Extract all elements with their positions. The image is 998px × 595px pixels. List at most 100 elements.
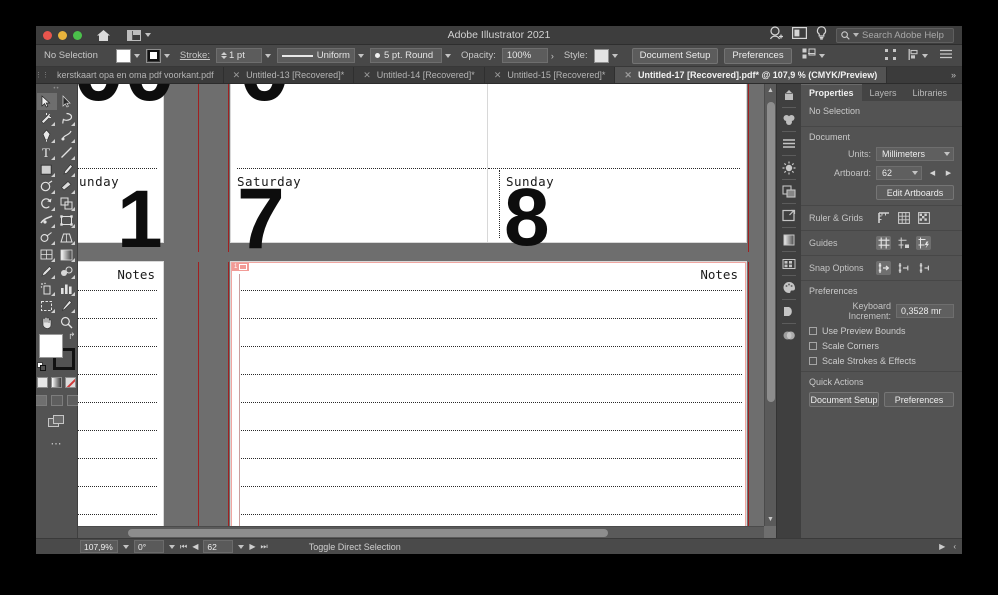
symbol-sprayer-tool[interactable] — [37, 280, 57, 297]
canvas-area[interactable]: 00 Sunday 1 0 Saturday 7 Sunday — [78, 84, 776, 538]
artboard-notes-left[interactable]: Notes — [78, 262, 163, 526]
distribute-icon[interactable] — [908, 48, 919, 63]
type-tool[interactable]: T — [37, 144, 57, 161]
fill-and-stroke-controls[interactable]: ↱ — [36, 331, 76, 371]
color-panel-icon[interactable] — [780, 88, 798, 103]
preferences-button[interactable]: Preferences — [724, 47, 792, 64]
next-artboard-icon[interactable]: ▶ — [943, 167, 954, 180]
stroke-swatch[interactable] — [145, 48, 161, 63]
paint-mode-buttons[interactable] — [37, 377, 76, 388]
stroke-weight-input[interactable]: 1 pt — [215, 48, 262, 63]
close-tab-icon[interactable]: ✕ — [363, 70, 371, 81]
tab-properties[interactable]: Properties — [801, 84, 862, 101]
default-fill-stroke-icon[interactable] — [36, 362, 46, 371]
brush-chevron-down-icon[interactable] — [444, 53, 451, 58]
show-transparency-grid-icon[interactable] — [916, 211, 931, 225]
zoom-tool[interactable] — [57, 314, 77, 331]
gradient-tool[interactable] — [57, 246, 77, 263]
snap-to-grid-icon[interactable] — [896, 261, 911, 275]
gradient-panel-icon[interactable] — [780, 232, 798, 247]
artboard-tool[interactable] — [37, 297, 57, 314]
collapse-icon[interactable]: ‹ — [953, 542, 956, 551]
tab-overflow-button[interactable]: » — [945, 67, 962, 83]
last-artboard-icon[interactable]: ⏭ — [261, 542, 268, 552]
shape-builder-tool[interactable] — [37, 229, 57, 246]
quick-document-setup-button[interactable]: Document Setup — [809, 392, 879, 407]
document-tab-1[interactable]: ✕ Untitled-13 [Recovered]* — [224, 67, 355, 83]
home-icon[interactable] — [95, 27, 111, 43]
play-icon[interactable]: ▶ — [939, 542, 945, 551]
close-tab-icon[interactable]: ✕ — [624, 70, 632, 81]
shaper-tool[interactable] — [37, 178, 57, 195]
gradient-mode-button[interactable] — [51, 377, 62, 388]
close-tab-icon[interactable]: ✕ — [494, 70, 502, 81]
align-panel-icon[interactable] — [780, 136, 798, 151]
draw-behind-button[interactable] — [50, 395, 63, 406]
graphic-styles-panel-icon[interactable] — [780, 304, 798, 319]
slice-tool[interactable] — [57, 297, 77, 314]
select-similar-chevron-icon[interactable] — [818, 53, 825, 58]
tab-libraries[interactable]: Libraries — [905, 84, 956, 101]
tab-bar-grip[interactable]: ⋮⋮ — [36, 67, 49, 83]
window-controls[interactable] — [36, 30, 82, 40]
tab-layers[interactable]: Layers — [862, 84, 905, 101]
asset-export-panel-icon[interactable] — [780, 256, 798, 271]
eyedropper-tool[interactable] — [37, 263, 57, 280]
opacity-chevron-icon[interactable]: › — [551, 51, 554, 61]
rectangle-tool[interactable] — [37, 161, 57, 178]
layers-panel-icon[interactable] — [780, 184, 798, 199]
stroke-profile-select[interactable]: Uniform — [276, 48, 355, 63]
scroll-up-arrow-icon[interactable]: ▲ — [767, 87, 774, 94]
scroll-down-arrow-icon[interactable]: ▼ — [767, 516, 774, 523]
vertical-scrollbar-thumb[interactable] — [767, 102, 775, 402]
minimize-window-button[interactable] — [58, 30, 67, 40]
perspective-grid-tool[interactable] — [57, 229, 77, 246]
panel-menu-icon[interactable] — [940, 49, 952, 62]
artboard-number-chevron-down-icon[interactable] — [238, 544, 245, 549]
align-grid-icon[interactable] — [885, 48, 896, 63]
previous-artboard-icon[interactable]: ◀ — [192, 542, 198, 551]
scale-tool[interactable] — [57, 195, 77, 212]
draw-inside-button[interactable] — [66, 395, 79, 406]
scale-strokes-effects-checkbox[interactable]: Scale Strokes & Effects — [809, 356, 954, 366]
document-tab-0[interactable]: kerstkaart opa en oma pdf voorkant.pdf — [48, 67, 224, 83]
document-setup-button[interactable]: Document Setup — [631, 47, 719, 64]
blend-tool[interactable] — [57, 263, 77, 280]
prev-artboard-icon[interactable]: ◀ — [927, 167, 938, 180]
magic-wand-tool[interactable] — [37, 110, 57, 127]
document-tab-3[interactable]: ✕ Untitled-15 [Recovered]* — [485, 67, 616, 83]
share-screen-icon[interactable] — [792, 26, 808, 44]
artboard-page-right[interactable]: Sunday 8 — [488, 84, 746, 258]
swap-fill-stroke-icon[interactable]: ↱ — [68, 331, 76, 342]
select-similar-icon[interactable] — [802, 48, 816, 63]
transparency-panel-icon[interactable] — [780, 160, 798, 175]
checkbox-icon[interactable] — [809, 327, 817, 335]
zoom-chevron-down-icon[interactable] — [123, 544, 129, 549]
edit-toolbar-icon[interactable]: ⋯ — [51, 437, 63, 450]
checkbox-icon[interactable] — [809, 357, 817, 365]
draw-normal-button[interactable] — [36, 395, 47, 406]
document-tab-2[interactable]: ✕ Untitled-14 [Recovered]* — [354, 67, 485, 83]
edit-artboards-button[interactable]: Edit Artboards — [876, 185, 954, 200]
lightbulb-icon[interactable] — [816, 26, 827, 45]
show-guides-icon[interactable] — [876, 236, 891, 250]
next-artboard-icon[interactable]: ▶ — [249, 542, 255, 551]
color-mode-button[interactable] — [37, 377, 48, 388]
stroke-chevron-down-icon[interactable] — [163, 53, 170, 58]
artboard-select[interactable]: 62 — [876, 166, 922, 180]
rotation-chevron-down-icon[interactable] — [169, 544, 175, 549]
color-guide-panel-icon[interactable] — [780, 280, 798, 295]
artboard-badge[interactable]: 1 — [232, 263, 250, 271]
use-preview-bounds-checkbox[interactable]: Use Preview Bounds — [809, 326, 954, 336]
direct-selection-tool[interactable] — [57, 93, 77, 110]
none-mode-button[interactable] — [65, 377, 76, 388]
free-transform-tool[interactable] — [57, 212, 77, 229]
rotation-input[interactable]: 0° — [134, 540, 164, 553]
document-tab-4[interactable]: ✕ Untitled-17 [Recovered].pdf* @ 107,9 %… — [615, 67, 888, 83]
artboards-panel-icon[interactable] — [780, 208, 798, 223]
artboard-number-input[interactable]: 62 — [203, 540, 234, 553]
stroke-profile-chevron-down-icon[interactable] — [357, 53, 364, 58]
account-add-icon[interactable] — [769, 26, 783, 45]
style-chevron-down-icon[interactable] — [611, 53, 618, 58]
lock-guides-icon[interactable] — [896, 236, 911, 250]
